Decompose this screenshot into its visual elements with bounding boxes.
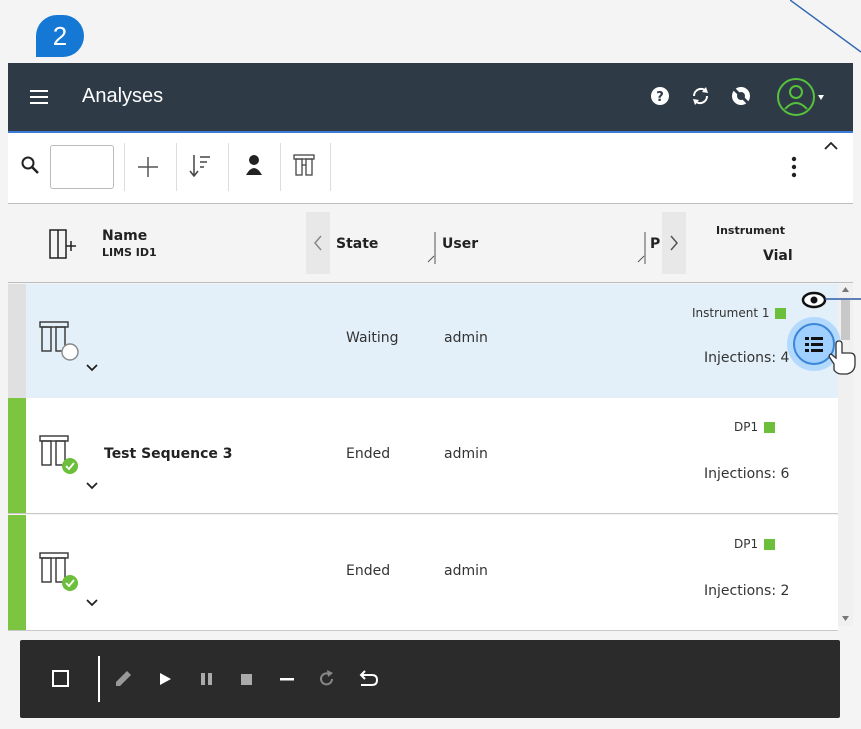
sequence-ended-icon: [38, 434, 86, 476]
hand-cursor-icon: [826, 338, 860, 376]
annotation-line: [790, 0, 861, 53]
undo-icon[interactable]: [356, 668, 379, 690]
svg-text:?: ?: [656, 90, 664, 105]
expand-chevron-icon[interactable]: [84, 597, 100, 609]
table-header: Name LIMS ID1 State User P Instrument Vi…: [8, 204, 853, 283]
edit-icon[interactable]: [112, 668, 134, 690]
toolbar-divider: [124, 143, 125, 191]
search-icon: [20, 155, 42, 177]
instrument-status-indicator: [764, 539, 776, 550]
resize-handle[interactable]: [426, 232, 436, 266]
column-p[interactable]: P: [650, 236, 660, 252]
instrument-label: Instrument 1: [692, 306, 770, 320]
help-icon[interactable]: ?: [648, 83, 674, 109]
hamburger-menu-icon[interactable]: [28, 85, 52, 109]
play-icon[interactable]: [154, 668, 176, 690]
row-user: admin: [444, 446, 488, 462]
vials-icon[interactable]: [292, 153, 316, 179]
resize-handle[interactable]: [636, 232, 646, 266]
row-injections: Injections: 6: [704, 466, 790, 482]
sort-icon[interactable]: [188, 153, 212, 179]
instrument-status-indicator: [764, 422, 776, 433]
table-row[interactable]: Waiting admin Instrument 1 Injections: 4: [8, 284, 838, 400]
instrument-label: DP1: [734, 537, 759, 551]
row-injections: Injections: 4: [704, 350, 790, 366]
row-name: Test Sequence 3: [104, 446, 233, 462]
collapse-icon[interactable]: [822, 139, 840, 153]
sequence-waiting-icon: [38, 320, 86, 362]
step-badge: 2: [36, 15, 84, 57]
user-filter-icon[interactable]: [243, 153, 265, 177]
column-name[interactable]: Name: [102, 228, 147, 244]
stop-icon[interactable]: [236, 668, 258, 690]
preview-eye-icon[interactable]: [800, 290, 861, 310]
row-status-bar: [8, 284, 26, 399]
row-injections: Injections: 2: [704, 583, 790, 599]
toolbar-divider: [228, 143, 229, 191]
row-state: Ended: [346, 446, 391, 462]
column-lims[interactable]: LIMS ID1: [102, 246, 157, 259]
app-header: Analyses ?: [8, 63, 853, 133]
expand-chevron-icon[interactable]: [84, 362, 100, 374]
page-title: Analyses: [82, 85, 164, 107]
sequence-ended-icon: [38, 551, 86, 593]
row-state: Waiting: [346, 330, 399, 346]
remove-icon[interactable]: [276, 668, 298, 690]
toolbar-divider: [330, 143, 331, 191]
row-instrument: Instrument 1: [692, 306, 787, 320]
search-input[interactable]: [50, 145, 114, 189]
toolbar-divider: [280, 143, 281, 191]
column-state[interactable]: State: [336, 236, 378, 252]
more-options-icon[interactable]: [786, 155, 802, 179]
refresh-icon[interactable]: [688, 83, 714, 109]
pause-icon[interactable]: [196, 668, 218, 690]
row-status-bar: [8, 398, 26, 513]
scroll-left-button[interactable]: [306, 212, 330, 274]
action-bar: [20, 640, 840, 718]
avatar-icon[interactable]: [776, 75, 826, 119]
select-all-checkbox[interactable]: [50, 668, 72, 690]
table-row[interactable]: Ended admin DP1 Injections: 2: [8, 515, 838, 631]
row-state: Ended: [346, 563, 391, 579]
row-instrument: DP1: [734, 537, 776, 551]
toolbar: [8, 133, 853, 204]
column-vial[interactable]: Vial: [763, 248, 793, 264]
visibility-off-icon[interactable]: [728, 83, 754, 109]
retry-icon[interactable]: [316, 668, 338, 690]
toolbar-divider: [176, 143, 177, 191]
add-column-icon[interactable]: [48, 228, 78, 262]
table-row[interactable]: Test Sequence 3 Ended admin DP1 Injectio…: [8, 398, 838, 514]
scroll-right-button[interactable]: [662, 212, 686, 274]
action-divider: [98, 656, 100, 702]
row-instrument: DP1: [734, 420, 776, 434]
expand-chevron-icon[interactable]: [84, 480, 100, 492]
instrument-label: DP1: [734, 420, 759, 434]
row-user: admin: [444, 563, 488, 579]
row-user: admin: [444, 330, 488, 346]
step-number: 2: [52, 20, 68, 51]
column-user[interactable]: User: [442, 236, 478, 252]
add-icon[interactable]: [136, 155, 160, 179]
column-instrument[interactable]: Instrument: [716, 224, 785, 237]
row-status-bar: [8, 515, 26, 630]
instrument-status-indicator: [775, 308, 787, 319]
